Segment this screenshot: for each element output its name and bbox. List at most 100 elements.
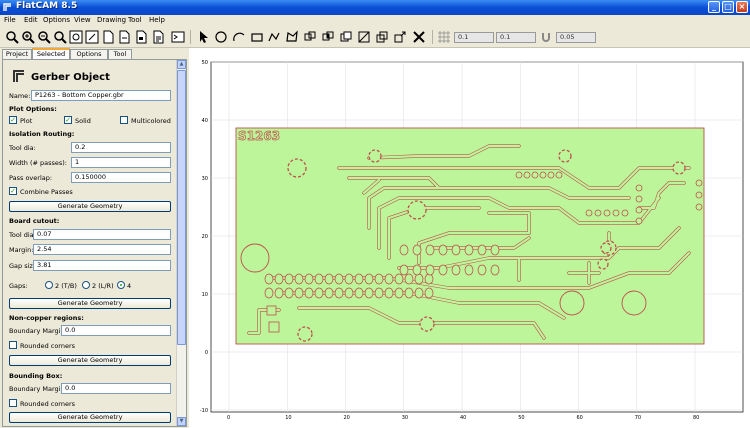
pad xyxy=(344,273,354,285)
nc-margin-input[interactable]: 0.0 xyxy=(61,325,171,336)
close-button[interactable]: × xyxy=(736,1,748,13)
plot-canvas[interactable]: 0 10 20 30 40 50 60 70 80 50 40 30 20 10 0 -10 S1263 xyxy=(189,48,750,428)
bounding-box-heading: Bounding Box: xyxy=(9,372,63,380)
scroll-up-icon[interactable]: ▲ xyxy=(177,60,186,69)
select-icon[interactable] xyxy=(196,29,212,45)
x-tick-label: 40 xyxy=(460,415,466,421)
pass-overlap-input[interactable]: 0.150000 xyxy=(71,172,171,183)
pad xyxy=(438,264,448,276)
cutout-tool-dia-input[interactable]: 0.07 xyxy=(33,229,171,240)
combine-passes-label: Combine Passes xyxy=(20,188,73,196)
y-axis-ticks: 50 40 30 20 10 0 -10 xyxy=(200,60,208,414)
subtract-icon[interactable] xyxy=(338,29,354,45)
cut-path-icon[interactable] xyxy=(356,29,372,45)
grid-y-field[interactable]: 0.1 xyxy=(496,32,536,43)
zoom-out-icon[interactable] xyxy=(36,29,52,45)
snap-magnet-icon[interactable] xyxy=(538,29,554,45)
union-icon[interactable] xyxy=(302,29,318,45)
menu-tool[interactable]: Tool xyxy=(128,16,142,24)
generate-isolation-button[interactable]: Generate Geometry xyxy=(9,201,171,212)
pad xyxy=(394,273,404,285)
panel-scrollbar[interactable]: ▲ ▼ xyxy=(176,60,186,426)
gap-size-input[interactable]: 3.81 xyxy=(33,260,171,271)
intersection-icon[interactable] xyxy=(320,29,336,45)
generate-bbox-button[interactable]: Generate Geometry xyxy=(9,412,171,423)
snap-max-field[interactable]: 0.05 xyxy=(556,32,596,43)
open-excellon-icon[interactable] xyxy=(150,29,166,45)
polygon-icon[interactable] xyxy=(284,29,300,45)
gaps-4-radio[interactable] xyxy=(117,281,125,289)
delete-icon[interactable] xyxy=(411,29,427,45)
zoom-in-icon[interactable] xyxy=(20,29,36,45)
square-pad xyxy=(268,321,280,333)
open-file-icon[interactable] xyxy=(116,29,132,45)
generate-cutout-button[interactable]: Generate Geometry xyxy=(9,298,171,309)
pad xyxy=(635,195,643,203)
tab-selected[interactable]: Selected xyxy=(32,48,70,59)
maximize-button[interactable]: □ xyxy=(722,1,734,13)
pad xyxy=(384,287,394,299)
menu-drawing[interactable]: Drawing xyxy=(97,16,126,24)
menu-file[interactable]: File xyxy=(4,16,16,24)
pass-overlap-label: Pass overlap: xyxy=(9,174,53,182)
pad xyxy=(412,244,422,256)
tab-tool[interactable]: Tool xyxy=(108,49,132,59)
replot-icon[interactable] xyxy=(68,29,84,45)
pad xyxy=(451,244,461,256)
pad xyxy=(515,171,523,179)
gaps-tb-radio[interactable] xyxy=(45,281,53,289)
clear-plot-icon[interactable] xyxy=(84,29,100,45)
tab-options[interactable]: Options xyxy=(70,49,108,59)
pad xyxy=(334,273,344,285)
x-tick-label: 80 xyxy=(693,415,699,421)
gerber-icon xyxy=(13,70,24,82)
shell-icon[interactable] xyxy=(170,29,186,45)
toolbar-separator xyxy=(432,30,433,44)
scroll-thumb[interactable] xyxy=(177,70,186,345)
scroll-down-icon[interactable]: ▼ xyxy=(177,417,186,426)
window-title: FlatCAM 8.5 xyxy=(16,1,78,11)
pad xyxy=(555,171,563,179)
new-file-icon[interactable] xyxy=(100,29,116,45)
margin-input[interactable]: 2.54 xyxy=(33,244,171,255)
menu-view[interactable]: View xyxy=(74,16,91,24)
generate-noncopper-button[interactable]: Generate Geometry xyxy=(9,355,171,366)
grid-snap-icon[interactable] xyxy=(436,29,452,45)
open-gerber-icon[interactable] xyxy=(133,29,149,45)
copy-icon[interactable] xyxy=(374,29,390,45)
pad xyxy=(324,273,334,285)
bb-margin-input[interactable]: 0.0 xyxy=(61,383,171,394)
redraw-icon[interactable] xyxy=(52,29,68,45)
path-icon[interactable] xyxy=(266,29,282,45)
grid-x-field[interactable]: 0.1 xyxy=(454,32,494,43)
name-input[interactable]: P1263 - Bottom Copper.gbr xyxy=(31,90,171,101)
gaps-lr-radio[interactable] xyxy=(82,281,90,289)
circle-icon[interactable] xyxy=(213,29,229,45)
pad xyxy=(695,179,703,187)
pad xyxy=(464,264,474,276)
bb-rounded-checkbox[interactable] xyxy=(9,399,17,407)
menu-help[interactable]: Help xyxy=(149,16,165,24)
minimize-button[interactable]: _ xyxy=(708,1,720,13)
pad xyxy=(464,244,474,256)
move-icon[interactable] xyxy=(392,29,408,45)
width-passes-input[interactable]: 1 xyxy=(71,157,171,168)
zoom-fit-icon[interactable] xyxy=(4,29,20,45)
pcb-plot[interactable]: 0 10 20 30 40 50 60 70 80 50 40 30 20 10 0 -10 S1263 xyxy=(189,48,750,428)
pad xyxy=(294,273,304,285)
multicolored-checkbox[interactable] xyxy=(120,116,128,124)
solid-checkbox[interactable]: ✓ xyxy=(64,116,72,124)
pad xyxy=(438,244,448,256)
menu-options[interactable]: Options xyxy=(43,16,70,24)
nc-rounded-checkbox[interactable] xyxy=(9,341,17,349)
gaps-label: Gaps: xyxy=(9,282,28,290)
pad xyxy=(384,273,394,285)
pad xyxy=(603,209,611,217)
combine-passes-checkbox[interactable]: ✓ xyxy=(9,187,17,195)
tool-dia-input[interactable]: 0.2 xyxy=(71,142,171,153)
menu-edit[interactable]: Edit xyxy=(24,16,38,24)
arc-icon[interactable] xyxy=(231,29,247,45)
plot-checkbox[interactable]: ✓ xyxy=(9,116,17,124)
rectangle-icon[interactable] xyxy=(249,29,265,45)
tab-project[interactable]: Project xyxy=(2,49,32,59)
